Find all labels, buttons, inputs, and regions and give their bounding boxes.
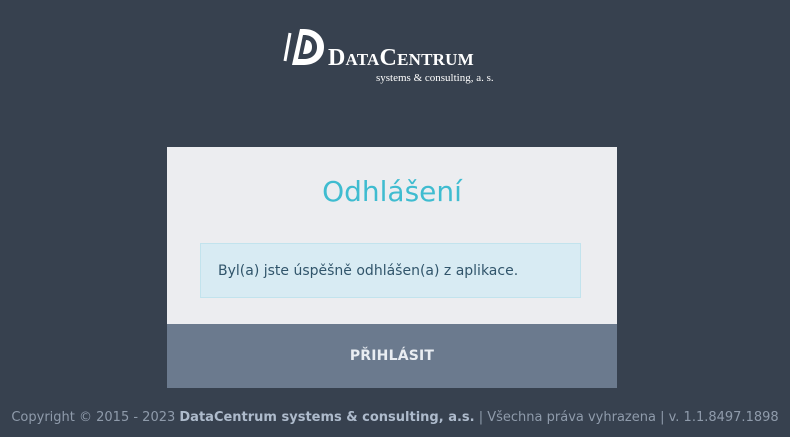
footer-company: DataCentrum systems & consulting, a.s. xyxy=(179,410,475,425)
logout-message: Byl(a) jste úspěšně odhlášen(a) z aplika… xyxy=(200,243,581,298)
login-button[interactable]: PŘIHLÁSIT xyxy=(167,324,617,388)
logout-panel: Odhlášení Byl(a) jste úspěšně odhlášen(a… xyxy=(167,147,617,388)
footer-rights: | Všechna práva vyhrazena | xyxy=(474,410,669,425)
page-title: Odhlášení xyxy=(322,175,462,208)
datacentrum-logo-icon xyxy=(283,29,324,65)
footer: Copyright © 2015 - 2023 DataCentrum syst… xyxy=(0,411,790,424)
datacentrum-logo: DATACENTRUM systems & consulting, a. s. xyxy=(282,27,508,89)
footer-copyright: Copyright © 2015 - 2023 xyxy=(11,410,180,425)
logo-subtitle: systems & consulting, a. s. xyxy=(376,72,494,84)
footer-version: v. 1.1.8497.1898 xyxy=(668,410,779,425)
logo-company-name: DATACENTRUM xyxy=(328,45,474,71)
